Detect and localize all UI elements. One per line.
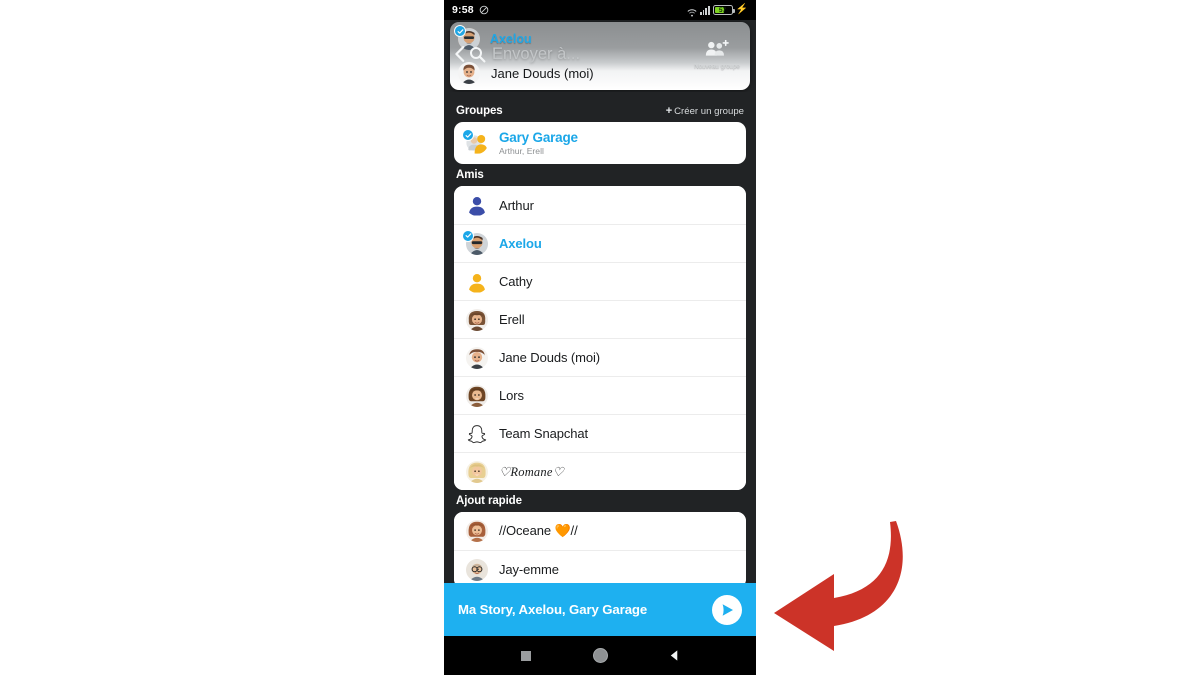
android-nav-bar[interactable] (444, 636, 756, 675)
ghost-row-jane-douds[interactable]: Jane Douds (moi) (458, 62, 594, 84)
section-header-ajout-rapide: Ajout rapide (444, 490, 756, 512)
curved-left-arrow-annotation (774, 521, 903, 651)
friend-row[interactable]: Lors (454, 376, 746, 414)
bitmoji-me-avatar (466, 346, 488, 369)
friend-row[interactable]: Cathy (454, 262, 746, 300)
battery-percent-label: 57 (718, 6, 727, 14)
friend-row[interactable]: Erell (454, 300, 746, 338)
search-icon[interactable] (469, 46, 486, 63)
bitmoji-brown-hair-avatar (466, 308, 488, 331)
bitmoji-me-avatar (458, 62, 480, 84)
group-name-label: Gary Garage (499, 129, 578, 145)
section-title: Ajout rapide (456, 495, 522, 507)
friend-name-label: Arthur (499, 197, 534, 213)
friend-name-label: Erell (499, 312, 525, 327)
new-group-label: Nouveau groupe (694, 63, 740, 70)
search-input-placeholder[interactable]: Envoyer à... (492, 45, 580, 64)
status-indicators: 57 ⚡ (687, 4, 748, 17)
lightning-bolt-icon: ⚡ (735, 4, 748, 15)
transition-header-layer: Axelou Envoyer à... Nouveau groupe Jane … (444, 20, 756, 92)
friend-name-label: ♡Romane♡ (499, 464, 564, 479)
group-add-icon (704, 39, 730, 62)
friend-name-label: Team Snapchat (499, 426, 589, 441)
ghost-row-jane-douds-label: Jane Douds (moi) (491, 65, 594, 81)
screenshot-canvas: 9:58 57 ⚡ Axelou Envoyer à... Nouveau gr… (0, 0, 1200, 675)
avatar-image (466, 423, 488, 445)
friend-row[interactable]: Arthur (454, 186, 746, 224)
square-recents-icon[interactable] (489, 650, 563, 661)
bitmoji-glasses-avatar (466, 558, 488, 581)
back-chevron-icon[interactable] (452, 44, 468, 64)
section-title: Amis (456, 169, 484, 181)
section-header-amis: Amis (444, 164, 756, 186)
bitmoji-bob-hair-avatar (466, 384, 488, 407)
plus-icon: + (665, 104, 673, 117)
card-ajout-rapide: //Oceane 🧡// Jay-emme (454, 512, 746, 588)
friend-name-label: //Oceane 🧡// (499, 523, 578, 538)
create-group-button[interactable]: + Créer un groupe (665, 104, 744, 117)
friend-row[interactable]: //Oceane 🧡// (454, 512, 746, 550)
circle-home-icon[interactable] (563, 648, 637, 663)
friend-name-label: Jane Douds (moi) (499, 350, 600, 365)
avatar-image (466, 460, 488, 483)
status-bar: 9:58 57 ⚡ (444, 0, 756, 20)
friend-row[interactable]: Axelou (454, 224, 746, 262)
avatar-image (466, 558, 488, 581)
selected-check-icon (462, 129, 474, 141)
create-group-label: Créer un groupe (674, 105, 744, 117)
bitmoji-sunglasses-avatar (462, 229, 488, 255)
friend-name-label: Jay-emme (499, 562, 559, 577)
avatar-image (466, 308, 488, 331)
avatar-image (466, 384, 488, 407)
status-clock: 9:58 (452, 4, 474, 16)
friend-row[interactable]: Jane Douds (moi) (454, 338, 746, 376)
friend-name-label: Axelou (499, 236, 542, 251)
selected-check-icon (462, 229, 474, 242)
recipient-list[interactable]: Groupes + Créer un groupe Gary Garage Arthur… (444, 100, 756, 588)
section-title: Groupes (456, 105, 503, 117)
wifi-icon (687, 5, 697, 17)
bell-mute-icon (479, 5, 489, 15)
avatar-image (466, 194, 488, 216)
signal-bars-icon (700, 5, 710, 15)
group-text: Gary Garage Arthur, Erell (499, 130, 578, 157)
send-recipients-label: Ma Story, Axelou, Gary Garage (458, 602, 648, 617)
friend-name-label: Cathy (499, 274, 533, 289)
friend-row[interactable]: Team Snapchat (454, 414, 746, 452)
bitmoji-blonde-avatar (466, 460, 488, 483)
send-bar[interactable]: Ma Story, Axelou, Gary Garage (444, 583, 756, 636)
phone-screen: 9:58 57 ⚡ Axelou Envoyer à... Nouveau gr… (444, 0, 756, 675)
selected-check-icon (454, 25, 466, 37)
friend-row[interactable]: ♡Romane♡ (454, 452, 746, 490)
bitmoji-ginger-avatar (466, 520, 488, 542)
battery-indicator: 57 (712, 5, 735, 15)
group-bitmoji-avatar (462, 129, 488, 154)
default-silhouette-yellow (466, 271, 488, 293)
new-group-button[interactable]: Nouveau groupe (688, 39, 746, 70)
card-groupes: Gary Garage Arthur, Erell (454, 122, 746, 164)
card-amis: Arthur Axelou Cathy Erell Jane Douds (moi) Lo… (454, 186, 746, 490)
send-arrow-icon (722, 603, 733, 616)
send-button[interactable] (712, 594, 742, 625)
friend-name-label: Lors (499, 388, 524, 403)
snapchat-ghost-icon (466, 423, 488, 445)
section-header-groupes: Groupes + Créer un groupe (444, 100, 756, 122)
triangle-back-icon[interactable] (637, 649, 711, 662)
group-row[interactable]: Gary Garage Arthur, Erell (454, 122, 746, 164)
default-silhouette-indigo (466, 194, 488, 216)
avatar-image (466, 271, 488, 293)
avatar-image (466, 346, 488, 369)
group-members-label: Arthur, Erell (499, 146, 544, 157)
avatar-image (466, 520, 488, 542)
